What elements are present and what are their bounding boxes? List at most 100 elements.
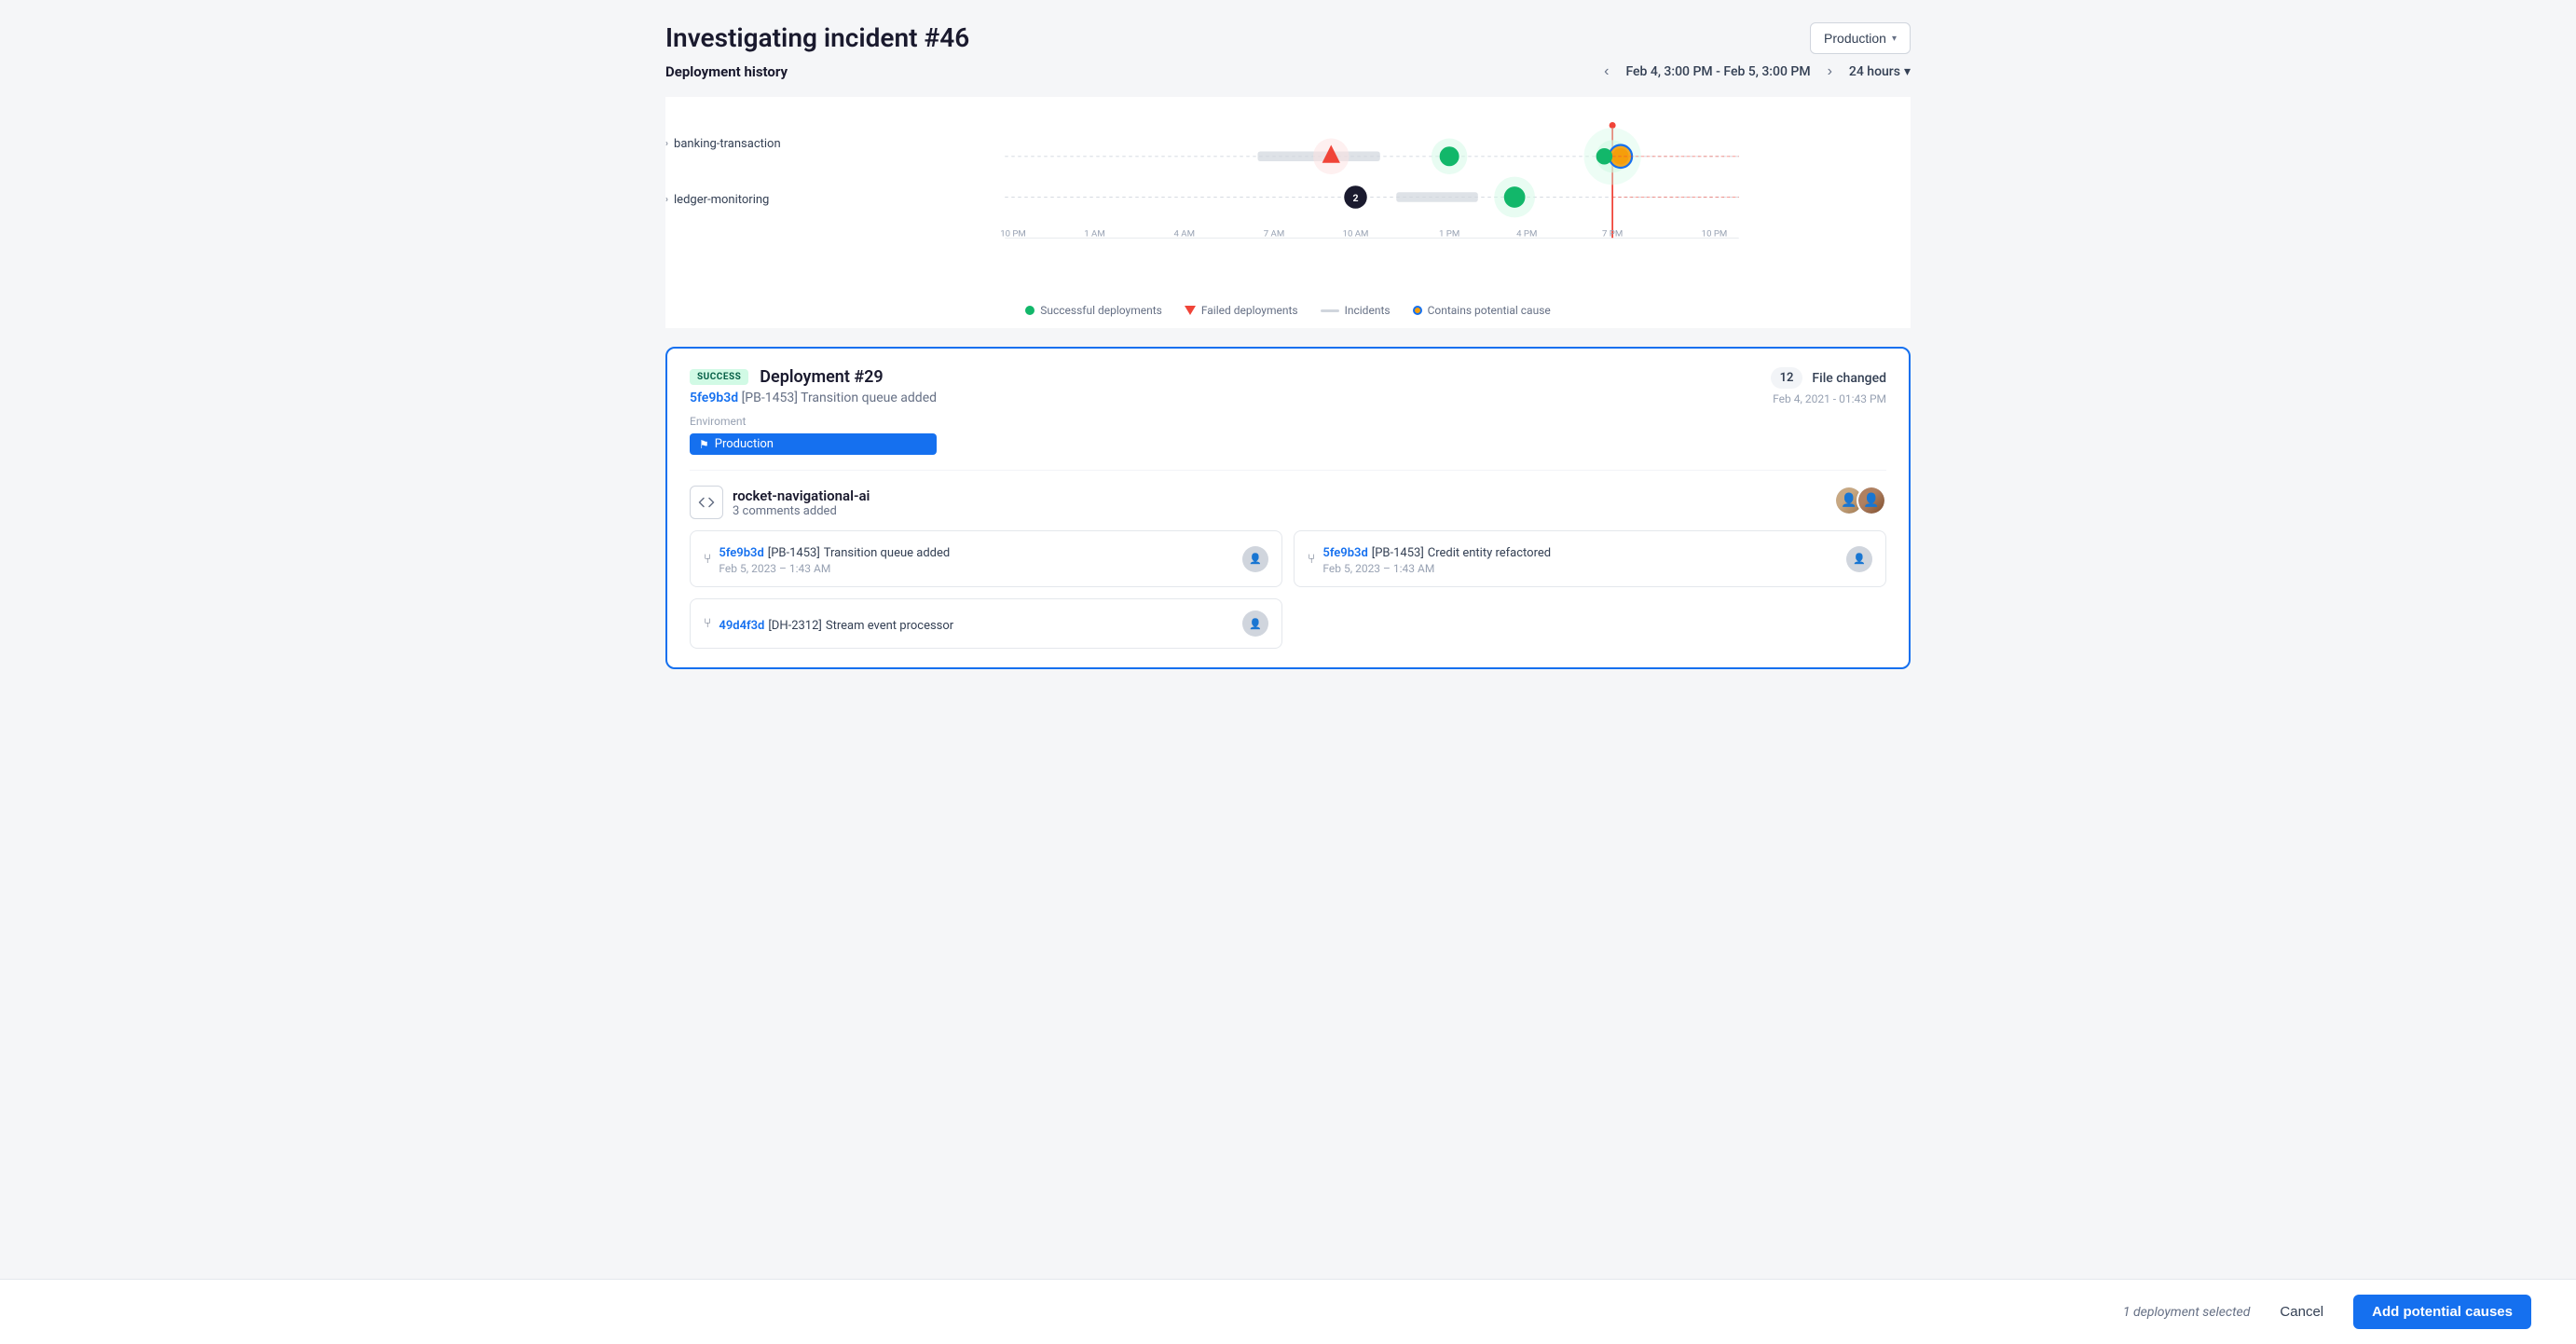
repo-name: rocket-navigational-ai (733, 487, 870, 504)
svg-text:10 PM: 10 PM (1000, 229, 1026, 240)
banking-label: banking-transaction (674, 137, 781, 151)
commit-avatar-2: 👤 (1846, 546, 1872, 572)
deployment-name: Deployment #29 (760, 367, 883, 387)
legend-failed: Failed deployments (1185, 304, 1298, 317)
legend-potential-cause-label: Contains potential cause (1428, 304, 1551, 317)
cancel-button[interactable]: Cancel (2265, 1296, 2338, 1327)
deployment-history-header: Deployment history ‹ Feb 4, 3:00 PM - Fe… (665, 62, 1911, 82)
avatar-group: 👤 👤 (1834, 486, 1886, 515)
file-changed-label: File changed (1812, 371, 1886, 386)
repo-icon (690, 486, 723, 519)
bottom-bar: 1 deployment selected Cancel Add potenti… (0, 1279, 2576, 1344)
commit-card-3: ⑂ 49d4f3d [DH-2312] Stream event process… (690, 598, 1282, 649)
time-range: Feb 4, 3:00 PM - Feb 5, 3:00 PM (1625, 64, 1810, 79)
env-tag-label: Production (715, 437, 774, 451)
commit-card-2: ⑂ 5fe9b3d [PB-1453] Credit entity refact… (1294, 530, 1886, 587)
commit-date-1: Feb 5, 2023 – 1:43 AM (719, 562, 950, 575)
commit-ticket-1: [PB-1453] (768, 546, 820, 560)
deployment-chart: 2 10 PM 1 AM 4 AM 7 AM 10 AM 1 PM 4 PM 7… (833, 116, 1911, 246)
card-divider (690, 470, 1886, 471)
chart-row-banking[interactable]: › banking-transaction (665, 116, 824, 171)
incidents-line-icon (1321, 309, 1339, 312)
env-dropdown-label: Production (1824, 31, 1886, 46)
deployment-history-title: Deployment history (665, 63, 788, 80)
legend-failed-label: Failed deployments (1201, 304, 1298, 317)
commit-info-3: 49d4f3d [DH-2312] Stream event processor (719, 615, 953, 633)
commit-line-2: 5fe9b3d [PB-1453] Credit entity refactor… (1322, 542, 1551, 560)
ledger-label: ledger-monitoring (674, 193, 769, 207)
repo-details: rocket-navigational-ai 3 comments added (733, 487, 870, 518)
successful-dot-icon (1025, 306, 1035, 315)
svg-text:7 AM: 7 AM (1264, 229, 1284, 240)
commit-ticket-2: [PB-1453] (1372, 546, 1424, 560)
commit-ticket-3: [DH-2312] (768, 619, 822, 633)
file-changed-date: Feb 4, 2021 - 01:43 PM (1773, 392, 1886, 405)
avatar-face-2: 👤 (1858, 487, 1884, 514)
svg-text:10 AM: 10 AM (1343, 229, 1369, 240)
svg-text:4 AM: 4 AM (1174, 229, 1195, 240)
selected-label: 1 deployment selected (2123, 1305, 2251, 1320)
commit-line-1: 5fe9b3d [PB-1453] Transition queue added (719, 542, 950, 560)
env-tag: ⚑ Production (690, 433, 937, 455)
repo-comments: 3 comments added (733, 504, 870, 518)
deployment-card-header: SUCCESS Deployment #29 5fe9b3d [PB-1453]… (690, 367, 1886, 455)
legend-incidents: Incidents (1321, 304, 1391, 317)
hours-label: 24 hours (1849, 64, 1900, 79)
time-nav: ‹ Feb 4, 3:00 PM - Feb 5, 3:00 PM › 24 h… (1598, 62, 1911, 82)
commit-line-3: 49d4f3d [DH-2312] Stream event processor (719, 615, 953, 633)
file-changed-row: 12 File changed (1771, 367, 1886, 389)
legend-successful-label: Successful deployments (1040, 304, 1162, 317)
commit-date-2: Feb 5, 2023 – 1:43 AM (1322, 562, 1551, 575)
deployment-card-left: SUCCESS Deployment #29 5fe9b3d [PB-1453]… (690, 367, 937, 455)
commit-avatar-1: 👤 (1242, 546, 1268, 572)
commit-rest: [PB-1453] Transition queue added (742, 391, 937, 405)
legend-incidents-label: Incidents (1345, 304, 1391, 317)
commit-icon-1: ⑂ (704, 552, 711, 567)
commit-avatar-3: 👤 (1242, 610, 1268, 637)
commit-message-3: Stream event processor (826, 619, 953, 633)
env-dropdown[interactable]: Production ▾ (1810, 22, 1911, 54)
chevron-down-icon: ▾ (1892, 34, 1897, 44)
commit-card-1-left: ⑂ 5fe9b3d [PB-1453] Transition queue add… (704, 542, 950, 575)
commit-grid: ⑂ 5fe9b3d [PB-1453] Transition queue add… (690, 530, 1886, 649)
env-label: Enviroment (690, 415, 937, 428)
commit-icon-2: ⑂ (1308, 552, 1315, 567)
expand-icon: › (665, 139, 668, 149)
svg-text:2: 2 (1352, 192, 1358, 204)
commit-message-1: Transition queue added (824, 546, 950, 560)
commit-card-2-left: ⑂ 5fe9b3d [PB-1453] Credit entity refact… (1308, 542, 1551, 575)
svg-text:1 PM: 1 PM (1439, 229, 1459, 240)
next-time-button[interactable]: › (1822, 62, 1838, 82)
deployment-card-right: 12 File changed Feb 4, 2021 - 01:43 PM (1771, 367, 1886, 405)
deployment-card: SUCCESS Deployment #29 5fe9b3d [PB-1453]… (665, 347, 1911, 669)
file-count-badge: 12 (1771, 367, 1803, 389)
chart-container: 2 10 PM 1 AM 4 AM 7 AM 10 AM 1 PM 4 PM 7… (665, 97, 1911, 328)
page-header: Investigating incident #46 Production ▾ (665, 22, 1911, 54)
svg-text:7 PM: 7 PM (1602, 229, 1623, 240)
chart-row-ledger[interactable]: › ledger-monitoring (665, 171, 824, 227)
chart-legend: Successful deployments Failed deployment… (665, 304, 1911, 328)
repo-info: rocket-navigational-ai 3 comments added (690, 486, 870, 519)
deployment-title-row: SUCCESS Deployment #29 (690, 367, 937, 387)
commit-hash-3: 49d4f3d (719, 619, 764, 633)
commit-icon-3: ⑂ (704, 616, 711, 631)
svg-text:4 PM: 4 PM (1516, 229, 1537, 240)
repo-section: rocket-navigational-ai 3 comments added … (690, 486, 1886, 519)
chart-row-labels: › banking-transaction › ledger-monitorin… (665, 116, 824, 227)
avatar-2: 👤 (1857, 486, 1886, 515)
commit-info-2: 5fe9b3d [PB-1453] Credit entity refactor… (1322, 542, 1551, 575)
prev-time-button[interactable]: ‹ (1598, 62, 1614, 82)
legend-potential-cause: Contains potential cause (1413, 304, 1551, 317)
hours-dropdown[interactable]: 24 hours ▾ (1849, 64, 1911, 79)
env-tag-icon: ⚑ (699, 438, 709, 451)
potential-cause-dot-icon (1413, 306, 1422, 315)
deployment-commit: 5fe9b3d [PB-1453] Transition queue added (690, 391, 937, 405)
commit-hash: 5fe9b3d (690, 391, 738, 405)
legend-successful: Successful deployments (1025, 304, 1162, 317)
add-potential-causes-button[interactable]: Add potential causes (2353, 1295, 2531, 1329)
commit-hash-2: 5fe9b3d (1322, 546, 1367, 560)
failed-triangle-icon (1185, 306, 1196, 315)
page-title: Investigating incident #46 (665, 22, 969, 53)
hours-chevron-icon: ▾ (1904, 64, 1911, 79)
commit-card-1: ⑂ 5fe9b3d [PB-1453] Transition queue add… (690, 530, 1282, 587)
